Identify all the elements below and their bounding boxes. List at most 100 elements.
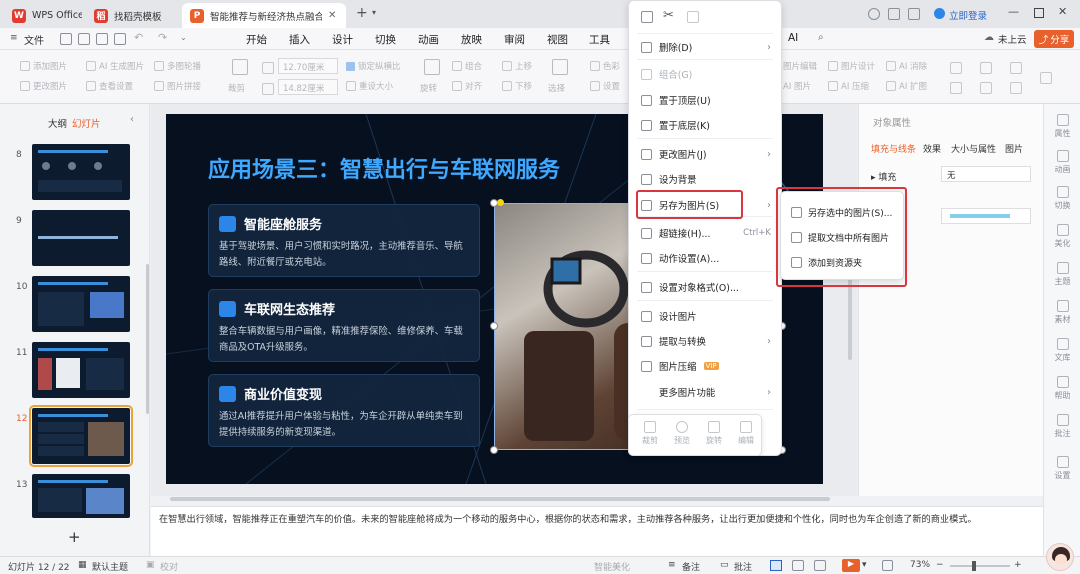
ribbon-tab-tools[interactable]: 工具: [589, 32, 610, 47]
settings-button[interactable]: 设置: [590, 80, 620, 92]
sorter-view-icon[interactable]: [792, 560, 804, 571]
tab-picture[interactable]: 图片: [1005, 142, 1023, 155]
zoom-in-icon[interactable]: +: [1014, 560, 1022, 570]
group-button[interactable]: 组合: [452, 60, 482, 72]
context-menu-item[interactable]: 提取与转换 ›: [629, 331, 781, 351]
speaker-notes[interactable]: 在智慧出行领域，智能推荐正在重塑汽车的价值。未来的智能座舱将成为一个移动的服务中…: [151, 506, 1043, 556]
context-menu-item[interactable]: 动作设置(A)...: [629, 248, 781, 268]
slide-thumbnail[interactable]: [32, 144, 130, 200]
play-icon[interactable]: ▶: [842, 559, 860, 572]
theme-name[interactable]: 默认主题: [92, 560, 128, 573]
line-color-select[interactable]: [941, 208, 1031, 224]
tab-wps-office[interactable]: W WPS Office: [4, 3, 82, 28]
context-menu-item[interactable]: 图片压缩 VIP: [629, 356, 781, 376]
slide-thumbnail[interactable]: [32, 276, 130, 332]
crop-button[interactable]: 裁剪: [637, 421, 663, 446]
context-menu-item[interactable]: 置于底层(K): [629, 115, 781, 135]
ribbon-tab-ai[interactable]: AI: [788, 32, 798, 44]
resize-handle[interactable]: [490, 446, 498, 454]
align-button[interactable]: 对齐: [452, 80, 482, 92]
context-menu-item[interactable]: 设为背景: [629, 169, 781, 189]
cloud-status[interactable]: 未上云: [998, 32, 1027, 46]
redo-icon[interactable]: ↷: [158, 31, 167, 44]
height-input[interactable]: 14.82厘米: [278, 79, 338, 95]
multi-carousel-button[interactable]: 多图轮播: [154, 60, 201, 72]
cut-icon[interactable]: ✂: [663, 8, 674, 23]
slide-thumbnail[interactable]: [32, 342, 130, 398]
view-settings-button[interactable]: 查看设置: [86, 80, 133, 92]
image-icon[interactable]: [950, 62, 962, 74]
layout-icon[interactable]: [908, 8, 920, 20]
image-stitch-button[interactable]: 图片拼接: [154, 80, 201, 92]
chevron-down-icon[interactable]: ▾: [372, 8, 376, 17]
maximize-icon[interactable]: [1034, 8, 1044, 18]
edit-button[interactable]: 编辑: [733, 421, 759, 446]
zoom-slider-thumb[interactable]: [972, 561, 976, 571]
normal-view-icon[interactable]: [770, 560, 782, 571]
sidebar-item-material[interactable]: 素材: [1044, 300, 1080, 325]
rotate-button[interactable]: 旋转: [699, 421, 729, 446]
skin-icon[interactable]: [868, 8, 880, 20]
context-menu-item[interactable]: 设计图片: [629, 306, 781, 326]
lock-ratio-checkbox[interactable]: 锁定纵横比: [346, 60, 401, 72]
change-image-button[interactable]: 更改图片: [20, 80, 67, 92]
image-design-button[interactable]: 图片设计: [828, 60, 875, 72]
ribbon-tab-design[interactable]: 设计: [332, 32, 353, 47]
sidebar-item-comment[interactable]: 批注: [1044, 414, 1080, 439]
image-icon[interactable]: [1010, 62, 1022, 74]
zoom-level[interactable]: 73%: [910, 560, 930, 570]
feature-card[interactable]: 智能座舱服务 基于驾驶场景、用户习惯和实时路况，主动推荐音乐、导航路线、附近餐厅…: [208, 204, 480, 277]
share-button[interactable]: ⤴ 分享: [1034, 30, 1074, 48]
tab-size-props[interactable]: 大小与属性: [951, 142, 996, 155]
preview-button[interactable]: 预览: [669, 421, 695, 446]
sidebar-item-animation[interactable]: 动画: [1044, 150, 1080, 175]
outline-tab[interactable]: 大纲: [48, 116, 67, 130]
thumbnail-scrollbar[interactable]: [146, 264, 149, 414]
ribbon-tab-insert[interactable]: 插入: [289, 32, 310, 47]
context-menu-item[interactable]: 超链接(H)... Ctrl+K: [629, 223, 781, 243]
ai-expand-button[interactable]: AI 扩图: [886, 80, 927, 92]
rotate-icon[interactable]: [424, 59, 440, 75]
comment-button[interactable]: 批注: [734, 560, 752, 573]
tab-template[interactable]: 稻 找稻壳模板: [86, 3, 178, 28]
reset-size-button[interactable]: 重设大小: [346, 80, 393, 92]
slides-tab[interactable]: 幻灯片: [72, 116, 101, 130]
image-icon[interactable]: [950, 82, 962, 94]
ai-compress-button[interactable]: AI 压缩: [828, 80, 869, 92]
tab-presentation[interactable]: P 智能推荐与新经济热点融合PPT ✕: [182, 3, 346, 28]
sidebar-item-properties[interactable]: 属性: [1044, 114, 1080, 139]
sidebar-item-theme[interactable]: 主题: [1044, 262, 1080, 287]
slide-title[interactable]: 应用场景三：智慧出行与车联网服务: [208, 152, 560, 184]
minimize-icon[interactable]: —: [1008, 5, 1019, 18]
slide-thumbnail[interactable]: [32, 210, 130, 266]
add-image-button[interactable]: 添加图片: [20, 60, 67, 72]
paste-icon[interactable]: [687, 11, 699, 23]
image-icon[interactable]: [1010, 82, 1022, 94]
hamburger-icon[interactable]: ≡: [10, 33, 18, 43]
context-menu-item[interactable]: 更多图片功能 ›: [629, 382, 781, 402]
context-menu-item[interactable]: 删除(D) ›: [629, 37, 781, 57]
resize-handle[interactable]: [490, 322, 498, 330]
window-close-icon[interactable]: ✕: [1058, 5, 1067, 18]
slide-thumbnail[interactable]: [32, 474, 130, 518]
fill-select[interactable]: 无: [941, 166, 1031, 182]
sidebar-item-settings[interactable]: 设置: [1044, 456, 1080, 481]
print-icon[interactable]: [96, 33, 108, 45]
tab-effect[interactable]: 效果: [923, 142, 941, 155]
new-tab-icon[interactable]: +: [356, 5, 368, 21]
context-menu-item[interactable]: 更改图片(J) ›: [629, 144, 781, 164]
ribbon-tab-animation[interactable]: 动画: [418, 32, 439, 47]
context-menu-item[interactable]: 组合(G): [629, 64, 781, 84]
preview-icon[interactable]: [114, 33, 126, 45]
chevron-down-icon[interactable]: ⌄: [180, 33, 187, 42]
copy-icon[interactable]: [641, 11, 653, 23]
color-button[interactable]: 色彩: [590, 60, 620, 72]
width-input[interactable]: 12.70厘米: [278, 58, 338, 74]
sidebar-item-help[interactable]: 帮助: [1044, 376, 1080, 401]
add-slide-button[interactable]: +: [68, 528, 81, 546]
undo-icon[interactable]: ↶: [134, 31, 143, 44]
zoom-slider[interactable]: [950, 565, 1010, 567]
ribbon-tab-transition[interactable]: 切换: [375, 32, 396, 47]
proofread-button[interactable]: 校对: [160, 560, 178, 573]
move-up-button[interactable]: 上移: [502, 60, 532, 72]
